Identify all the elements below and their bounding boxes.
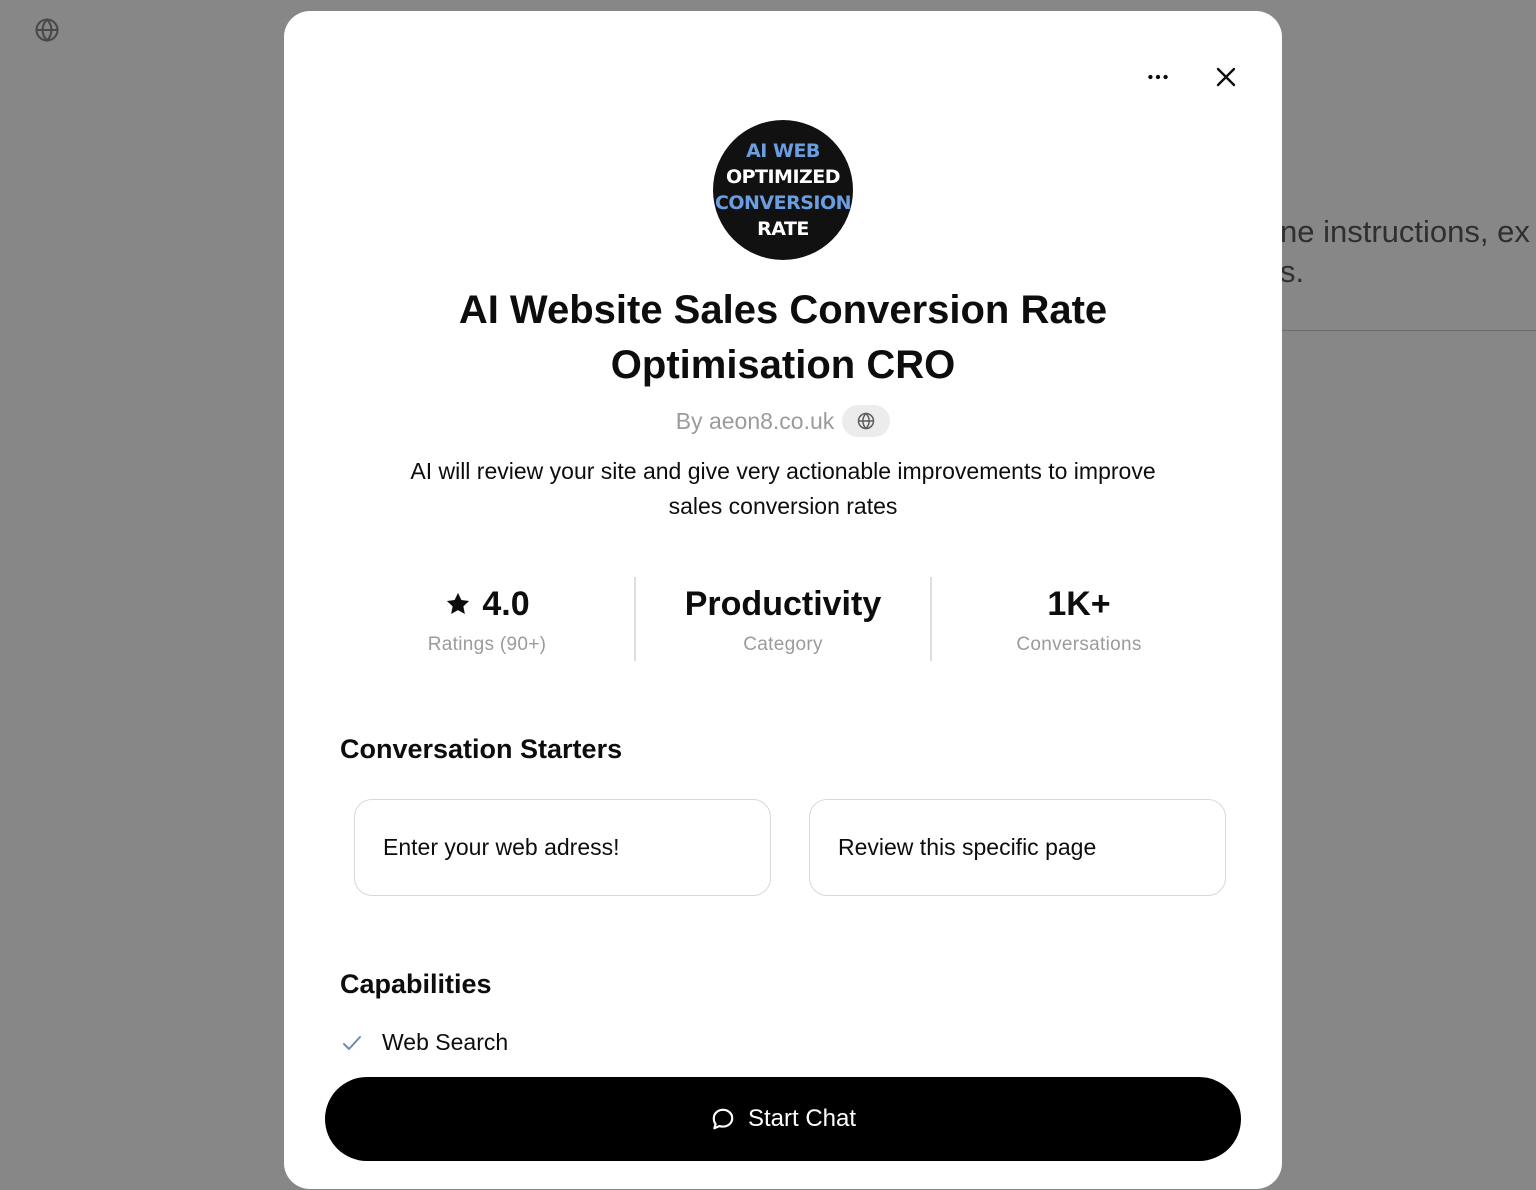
stat-rating-value-row: 4.0 (444, 582, 530, 626)
close-icon (1216, 67, 1236, 87)
capabilities-title: Capabilities (340, 969, 492, 999)
close-button[interactable] (1210, 61, 1242, 93)
stat-category-label: Category (743, 634, 823, 655)
globe-icon (858, 412, 875, 430)
gpt-title: AI Website Sales Conversion Rate Optimis… (458, 288, 1108, 387)
gpt-avatar: AI WEB OPTIMIZED CONVERSION RATE (713, 120, 853, 260)
capability-item: Web Search (340, 1029, 508, 1056)
stat-rating: 4.0 Ratings (90+) (340, 577, 634, 661)
avatar-line-3: CONVERSION (714, 192, 852, 214)
author-name: By aeon8.co.uk (675, 407, 835, 434)
starter-button[interactable]: Enter your web adress! (354, 799, 771, 896)
more-options-button[interactable] (1142, 61, 1174, 93)
author-row: By aeon8.co.uk (284, 405, 1282, 437)
modal-top-actions (1142, 61, 1242, 93)
star-icon (447, 592, 470, 615)
avatar-line-1: AI WEB (746, 140, 820, 162)
start-chat-label: Start Chat (747, 1105, 857, 1132)
stat-rating-value: 4.0 (482, 584, 530, 623)
check-icon (343, 1035, 361, 1050)
stat-conversations: 1K+ Conversations (930, 577, 1226, 661)
stat-conversations-value: 1K+ (1047, 584, 1111, 623)
stat-category-value: Productivity (684, 584, 882, 623)
capability-label: Web Search (382, 1029, 509, 1055)
stat-category: Productivity Category (634, 577, 930, 661)
starter-button[interactable]: Review this specific page (809, 799, 1226, 896)
conversation-starters: Enter your web adress! Review this speci… (340, 799, 1226, 896)
more-icon (1148, 74, 1168, 80)
avatar-line-2: OPTIMIZED (725, 166, 841, 188)
avatar-line-4: RATE (757, 218, 809, 240)
gpt-details-modal: AI WEB OPTIMIZED CONVERSION RATE AI Webs… (284, 11, 1282, 1189)
conversation-starters-title: Conversation Starters (340, 734, 623, 764)
start-chat-button[interactable]: Start Chat (325, 1077, 1241, 1161)
chat-bubble-icon (712, 1108, 734, 1130)
website-link-button[interactable] (842, 405, 891, 437)
stat-rating-label: Ratings (90+) (427, 634, 547, 655)
gpt-description: AI will review your site and give very a… (410, 458, 1156, 519)
stats-row: 4.0 Ratings (90+) Productivity Category … (340, 577, 1226, 661)
stat-conversations-label: Conversations (1016, 634, 1142, 655)
